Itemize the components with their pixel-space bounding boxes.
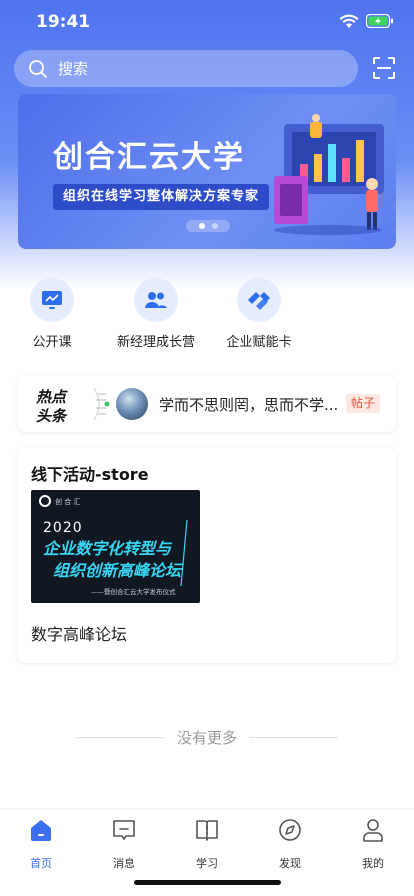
- tab-messages[interactable]: 消息: [83, 817, 165, 871]
- poster-line1: 企业数字化转型与: [43, 539, 173, 558]
- entry-label: 公开课: [32, 335, 72, 350]
- hot-news-bar[interactable]: 热点 头条 学而不思则罔，思而不学... 帖子: [18, 376, 396, 432]
- no-more-text: 没有更多: [176, 729, 237, 747]
- tab-learning[interactable]: 学习: [166, 817, 248, 871]
- home-icon: [31, 820, 51, 841]
- poster-line3: ——暨创合汇云大学发布仪式: [91, 587, 176, 596]
- poster-year: 2020: [43, 520, 83, 536]
- banner-title: 创合汇云大学: [53, 140, 245, 175]
- search-bar[interactable]: 搜索: [14, 50, 358, 87]
- book-icon: [196, 820, 218, 841]
- battery-icon: [366, 14, 393, 28]
- poster-line2: 组织创新高峰论坛: [53, 561, 183, 580]
- hot-news-thumbnail: [116, 388, 148, 420]
- offline-activity-card[interactable]: 线下活动-store 创 合 汇 2020 企业数字化转型与 组织创新高峰论坛 …: [18, 447, 396, 663]
- card-icon: [237, 278, 281, 322]
- divider-right: [250, 737, 338, 738]
- carousel-indicator: [186, 220, 230, 232]
- tab-profile[interactable]: 我的: [332, 817, 414, 871]
- post-tag: 帖子: [346, 394, 381, 413]
- entry-new-manager[interactable]: 新经理成长营: [101, 278, 211, 350]
- carousel-dot: [212, 223, 218, 229]
- no-more-indicator: 没有更多: [0, 727, 414, 748]
- banner-illustration: [274, 114, 384, 235]
- hot-news-logo-line1: 热点: [35, 388, 68, 406]
- hot-news-logo: 热点 头条: [35, 387, 110, 424]
- tab-home[interactable]: 首页: [0, 817, 82, 871]
- banner-subtitle: 组织在线学习整体解决方案专家: [53, 184, 270, 210]
- tab-label: 消息: [113, 857, 135, 870]
- status-bar: 19:41: [0, 0, 414, 44]
- tab-label: 首页: [30, 857, 52, 870]
- people-icon: [134, 278, 178, 322]
- card-title: 线下活动-store: [31, 465, 149, 484]
- activity-caption: 数字高峰论坛: [31, 625, 128, 644]
- compass-icon: [279, 819, 301, 841]
- tab-discover[interactable]: 发现: [249, 817, 331, 871]
- activity-poster: 创 合 汇 2020 企业数字化转型与 组织创新高峰论坛 ——暨创合汇云大学发布…: [31, 490, 200, 603]
- scan-icon[interactable]: [372, 56, 396, 80]
- hot-news-logo-line2: 头条: [36, 407, 68, 424]
- tab-label: 发现: [279, 857, 301, 870]
- poster-brand: 创 合 汇: [55, 497, 80, 506]
- carousel-dot-active: [199, 223, 205, 229]
- banner-carousel[interactable]: 创合汇云大学 组织在线学习整体解决方案专家: [18, 94, 396, 249]
- home-indicator: [134, 880, 281, 885]
- message-icon: [113, 820, 135, 840]
- user-icon: [363, 819, 383, 842]
- wifi-icon: [339, 14, 359, 28]
- search-icon: [29, 59, 47, 78]
- entry-label: 企业赋能卡: [226, 335, 292, 350]
- tab-label: 我的: [362, 857, 384, 870]
- divider-left: [76, 737, 164, 738]
- entry-label: 新经理成长营: [116, 335, 195, 350]
- entry-open-course[interactable]: 公开课: [0, 278, 107, 350]
- entry-enterprise-card[interactable]: 企业赋能卡: [204, 278, 314, 350]
- chart-icon: [30, 278, 74, 322]
- tab-label: 学习: [196, 857, 218, 870]
- search-placeholder: 搜索: [58, 60, 89, 78]
- status-time: 19:41: [36, 12, 91, 32]
- hot-news-text: 学而不思则罔，思而不学...: [159, 396, 339, 414]
